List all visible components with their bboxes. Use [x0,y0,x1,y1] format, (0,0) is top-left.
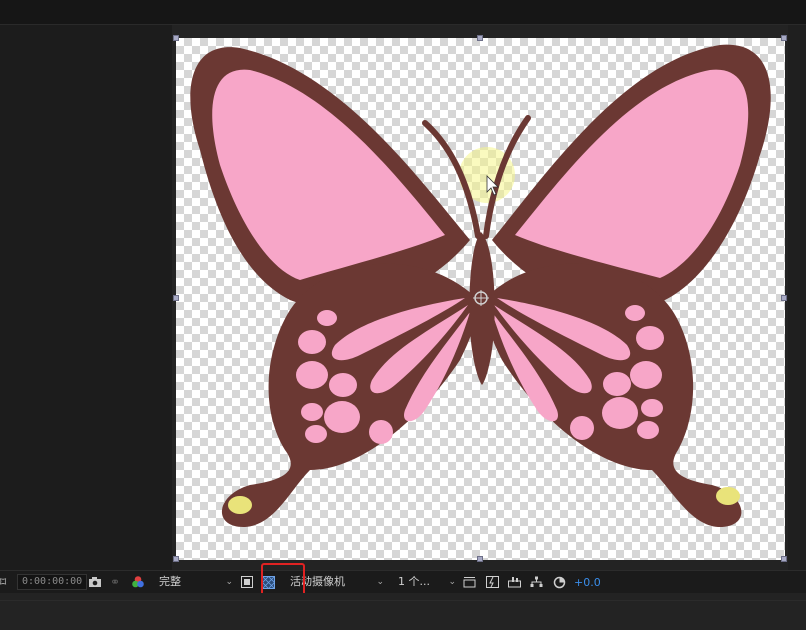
mask-visibility-icon[interactable] [241,574,257,590]
timeline-icon[interactable] [508,574,524,590]
butterfly-layer[interactable] [176,38,785,560]
exposure-value-field[interactable]: +0.0 [574,574,601,590]
chevron-down-icon: ⌄ [225,577,233,587]
lower-panel [0,593,806,630]
show-snapshot-icon[interactable]: ⚭ [110,574,126,590]
handle-top-left[interactable] [173,35,179,41]
handle-bottom-left[interactable] [173,556,179,562]
resolution-dropdown[interactable]: 完整 ⌄ [155,574,235,590]
handle-bottom-right[interactable] [781,556,787,562]
handle-bottom-middle[interactable] [477,556,483,562]
lower-panel-divider [0,600,806,601]
panel-top-strip [0,0,806,25]
handle-middle-right[interactable] [781,295,787,301]
butterfly-body [469,232,495,385]
flowchart-icon[interactable] [530,574,546,590]
handle-top-right[interactable] [781,35,787,41]
viewer-toolbar: ⌑ 0:00:00:00 ⚭ 完整 ⌄ 活动摄像机 ⌄ 1 个... ⌄ +0. [0,570,806,594]
fast-preview-icon[interactable] [486,574,502,590]
viewer-right-area [788,25,806,570]
reset-exposure-icon[interactable] [553,574,569,590]
toggle-pixel-aspect-icon[interactable] [463,574,479,590]
timecode-value: 0:00:00:00 [17,574,88,590]
timecode-field[interactable]: 0:00:00:00 [17,574,88,590]
chevron-down-icon: ⌄ [448,577,456,587]
color-channels-icon[interactable] [131,574,147,590]
handle-top-middle[interactable] [477,35,483,41]
views-value: 1 个... [398,575,430,588]
region-of-interest-icon[interactable]: ⌑ [0,574,16,590]
handle-middle-left[interactable] [173,295,179,301]
view-layout-dropdown[interactable]: 1 个... ⌄ [394,574,458,590]
camera-icon[interactable] [88,574,104,590]
left-tail-spot [228,496,252,514]
resolution-value: 完整 [159,575,181,588]
viewer-left-area [0,25,172,570]
chevron-down-icon: ⌄ [376,577,384,587]
right-tail-spot [716,487,740,505]
exposure-value: +0.0 [574,575,601,589]
